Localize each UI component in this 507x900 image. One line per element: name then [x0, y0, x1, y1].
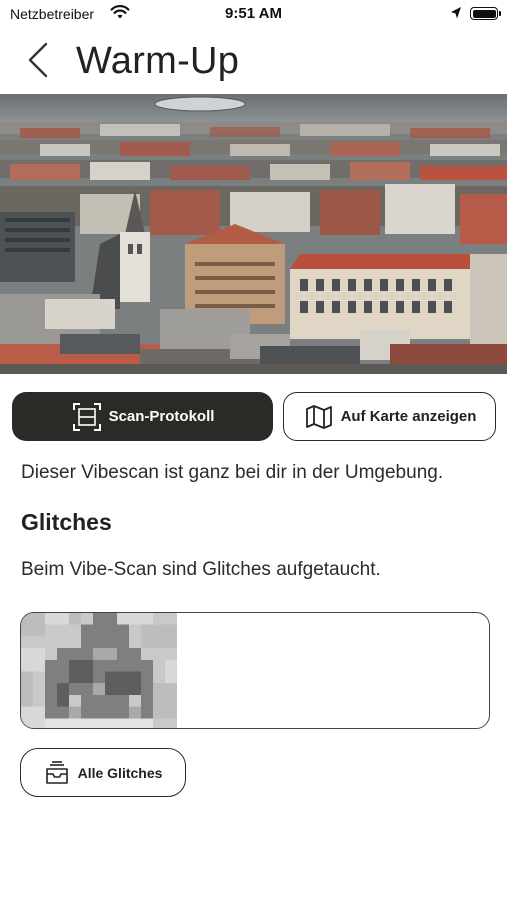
scan-protocol-button[interactable]: Scan-Protokoll	[12, 392, 273, 441]
chevron-left-icon[interactable]	[22, 40, 58, 80]
show-on-map-button[interactable]: Auf Karte anzeigen	[283, 392, 496, 441]
scan-frame-icon	[72, 402, 101, 431]
city-aerial-illustration	[0, 94, 507, 374]
all-glitches-label: Alle Glitches	[77, 764, 163, 781]
location-arrow-icon	[451, 7, 461, 19]
all-glitches-button[interactable]: Alle Glitches	[20, 748, 186, 797]
battery-tip	[499, 11, 501, 16]
hero-image	[0, 94, 507, 374]
vibescan-description: Dieser Vibescan ist ganz bei dir in der …	[21, 462, 444, 483]
glitches-description: Beim Vibe-Scan sind Glitches aufgetaucht…	[21, 559, 381, 580]
glitches-heading: Glitches	[21, 509, 112, 535]
battery-icon	[470, 7, 498, 20]
glitch-card[interactable]	[20, 612, 490, 729]
page-title: Warm-Up	[76, 40, 240, 82]
scan-protocol-label: Scan-Protokoll	[108, 408, 215, 425]
show-on-map-label: Auf Karte anzeigen	[340, 408, 477, 425]
status-bar: Netzbetreiber 9:51 AM	[0, 0, 507, 28]
status-time: 9:51 AM	[225, 5, 282, 22]
glitch-pixel-image	[21, 613, 177, 728]
inbox-tray-icon	[45, 760, 68, 784]
map-icon	[305, 404, 332, 429]
nav-header: Warm-Up	[0, 30, 507, 92]
